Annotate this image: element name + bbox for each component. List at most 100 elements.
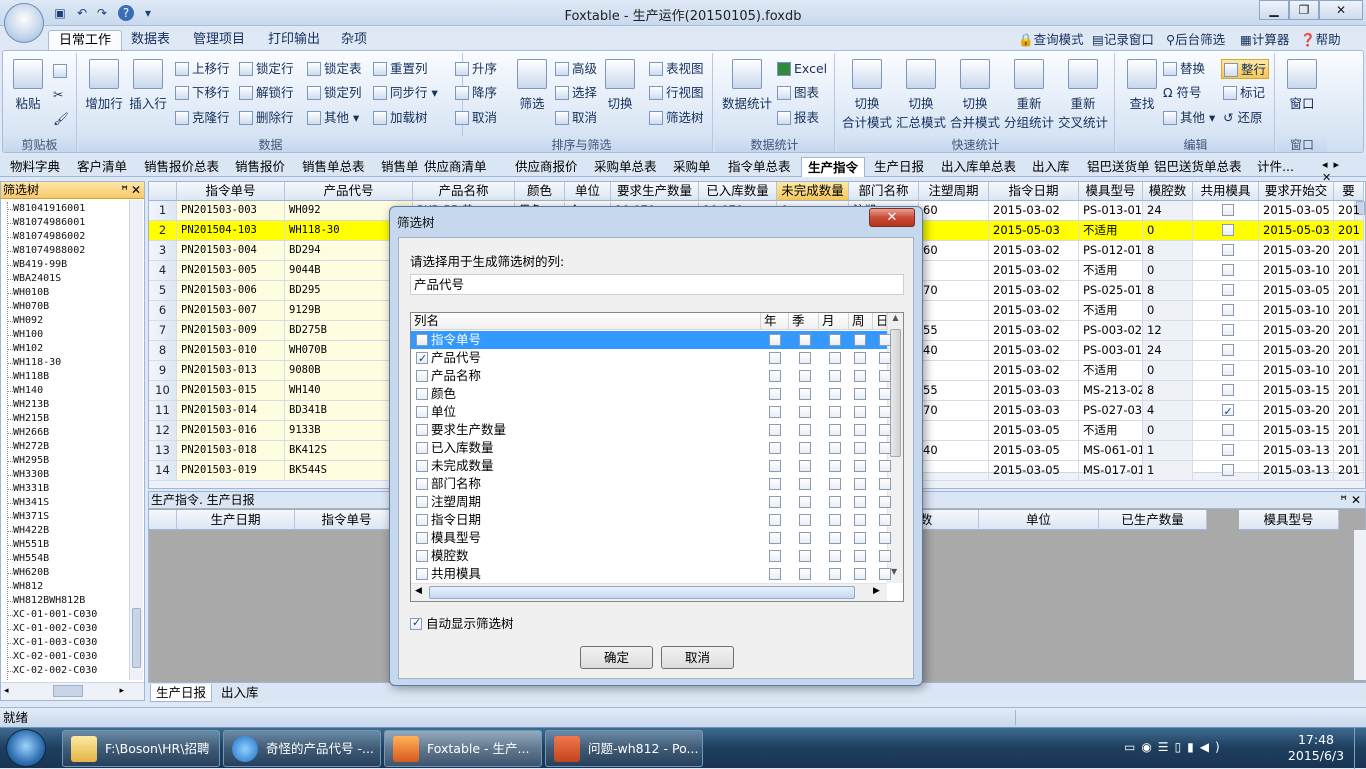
day-header[interactable]: 日 bbox=[873, 313, 887, 330]
find-button[interactable]: 查找 bbox=[1119, 59, 1165, 112]
year-checkbox[interactable] bbox=[769, 460, 781, 472]
column-checkbox[interactable] bbox=[416, 424, 428, 436]
doc-tab[interactable]: 铝巴送货单总表 bbox=[1148, 157, 1248, 177]
reset-col-button[interactable]: 重置列 bbox=[373, 59, 428, 79]
column-list-row[interactable]: 颜色 bbox=[411, 385, 891, 403]
shared-mold-cell[interactable] bbox=[1193, 421, 1259, 441]
tree-item[interactable]: WH102 bbox=[6, 342, 43, 356]
grid-cell[interactable]: PS-025-01 bbox=[1079, 281, 1143, 301]
grid-cell[interactable]: 201 bbox=[1334, 281, 1364, 301]
column-header[interactable]: 已入库数量 bbox=[699, 182, 777, 201]
grid-cell[interactable]: 1 bbox=[1143, 441, 1193, 461]
shared-mold-cell[interactable] bbox=[1193, 281, 1259, 301]
doc-tab[interactable]: 销售报价 bbox=[229, 157, 291, 177]
grid-cell[interactable]: 201 bbox=[1334, 241, 1364, 261]
tree-item[interactable]: WH266B bbox=[6, 426, 49, 440]
grid-cell[interactable]: PN201503-015 bbox=[177, 381, 285, 401]
auto-show-checkbox[interactable] bbox=[410, 616, 422, 630]
day-checkbox[interactable] bbox=[879, 514, 891, 526]
column-list-row[interactable]: 共用模具 bbox=[411, 565, 891, 583]
shared-mold-checkbox[interactable] bbox=[1221, 264, 1234, 276]
row-number[interactable]: 1 bbox=[149, 201, 177, 221]
column-list-row[interactable]: 注塑周期 bbox=[411, 493, 891, 511]
month-checkbox[interactable] bbox=[829, 370, 841, 382]
tree-item[interactable]: WH140 bbox=[6, 384, 43, 398]
copy-icon[interactable] bbox=[53, 61, 70, 81]
minimize-button[interactable]: ▁ bbox=[1259, 0, 1289, 20]
grid-cell[interactable]: 2015-03-02 bbox=[989, 321, 1079, 341]
row-number[interactable]: 13 bbox=[149, 441, 177, 461]
year-checkbox[interactable] bbox=[769, 478, 781, 490]
week-checkbox[interactable] bbox=[854, 370, 866, 382]
tab-data-table[interactable]: 数据表 bbox=[121, 30, 180, 51]
column-checkbox[interactable] bbox=[416, 478, 428, 490]
taskbar-ie[interactable]: 奇怪的产品代号 -... bbox=[223, 730, 381, 767]
doc-tab[interactable]: 采购单 bbox=[667, 157, 717, 177]
grid-cell[interactable]: 2015-03-13 bbox=[1259, 441, 1334, 461]
column-list-row[interactable]: 单位 bbox=[411, 403, 891, 421]
month-checkbox[interactable] bbox=[829, 406, 841, 418]
shared-mold-cell[interactable] bbox=[1193, 321, 1259, 341]
column-checkbox[interactable] bbox=[416, 496, 428, 508]
tab-print-output[interactable]: 打印输出 bbox=[258, 30, 330, 51]
grid-cell[interactable]: 2015-03-02 bbox=[989, 261, 1079, 281]
column-checkbox[interactable] bbox=[416, 514, 428, 526]
grid-cell[interactable]: 2015-03-10 bbox=[1259, 361, 1334, 381]
column-list-row[interactable]: 已入库数量 bbox=[411, 439, 891, 457]
grid-cell[interactable] bbox=[919, 261, 989, 281]
doc-tab[interactable]: 物料字典 bbox=[4, 157, 66, 177]
excel-button[interactable]: Excel bbox=[777, 59, 827, 79]
month-checkbox[interactable] bbox=[829, 388, 841, 400]
grid-cell[interactable]: PN201503-006 bbox=[177, 281, 285, 301]
close-button[interactable]: ✕ bbox=[1319, 0, 1363, 20]
grid-cell[interactable]: MS-061-01 bbox=[1079, 441, 1143, 461]
grid-cell[interactable]: 55 bbox=[919, 321, 989, 341]
column-header[interactable]: 注塑周期 bbox=[919, 182, 989, 201]
grid-cell[interactable]: 0 bbox=[1143, 361, 1193, 381]
week-checkbox[interactable] bbox=[854, 406, 866, 418]
cut-icon[interactable]: ✂ bbox=[53, 85, 63, 105]
show-desktop-button[interactable] bbox=[1354, 728, 1366, 769]
sync-row-button[interactable]: 同步行 ▾ bbox=[373, 83, 438, 103]
help-link[interactable]: ❓帮助 bbox=[1300, 31, 1341, 49]
week-checkbox[interactable] bbox=[854, 532, 866, 544]
day-checkbox[interactable] bbox=[879, 568, 891, 580]
tree-item[interactable]: W81074986001 bbox=[6, 216, 85, 230]
column-list-row[interactable]: 模腔数 bbox=[411, 547, 891, 565]
week-checkbox[interactable] bbox=[854, 442, 866, 454]
grid-cell[interactable]: 2015-03-20 bbox=[1259, 241, 1334, 261]
scroll-down-arrow[interactable]: ▼ bbox=[891, 567, 897, 576]
grid-cell[interactable]: 40 bbox=[919, 341, 989, 361]
grid-cell[interactable]: 1 bbox=[1143, 461, 1193, 481]
list-hscrollbar[interactable]: ◀ ▶ bbox=[411, 583, 887, 601]
grid-cell[interactable]: MS-017-01 bbox=[1079, 461, 1143, 481]
sub-column-header[interactable]: 指令单号 bbox=[295, 510, 399, 530]
day-checkbox[interactable] bbox=[879, 550, 891, 562]
switch-total-button[interactable]: 切换 合计模式 bbox=[841, 59, 893, 131]
grid-cell[interactable]: 0 bbox=[1143, 221, 1193, 241]
column-checkbox[interactable] bbox=[416, 460, 428, 472]
column-header[interactable]: 单位 bbox=[565, 182, 611, 201]
insert-row-button[interactable]: 插入行 bbox=[125, 59, 171, 112]
shared-mold-checkbox[interactable] bbox=[1221, 384, 1234, 396]
grid-cell[interactable]: PN201503-014 bbox=[177, 401, 285, 421]
day-checkbox[interactable] bbox=[879, 442, 891, 454]
shared-mold-checkbox[interactable] bbox=[1221, 444, 1234, 456]
quarter-checkbox[interactable] bbox=[799, 568, 811, 580]
cross-stats-button[interactable]: 重新 交叉统计 bbox=[1057, 59, 1109, 131]
select-filter-button[interactable]: 选择 bbox=[555, 83, 597, 103]
row-number[interactable]: 6 bbox=[149, 301, 177, 321]
switch-filter-button[interactable]: 切换 bbox=[597, 59, 643, 112]
background-filter-link[interactable]: ⚲后台筛选 bbox=[1166, 31, 1225, 49]
tree-item[interactable]: WH118-30 bbox=[6, 356, 61, 370]
query-mode-link[interactable]: 🔒查询模式 bbox=[1018, 31, 1084, 49]
grid-cell[interactable]: 不适用 bbox=[1079, 261, 1143, 281]
doc-tab[interactable]: 供应商报价 bbox=[509, 157, 584, 177]
unlock-row-button[interactable]: 解锁行 bbox=[239, 83, 294, 103]
column-list-row[interactable]: 要求生产数量 bbox=[411, 421, 891, 439]
doc-tab[interactable]: 生产日报 bbox=[868, 157, 930, 177]
month-checkbox[interactable] bbox=[829, 568, 841, 580]
grid-cell[interactable]: 201 bbox=[1334, 261, 1364, 281]
day-checkbox[interactable] bbox=[879, 532, 891, 544]
row-number[interactable]: 12 bbox=[149, 421, 177, 441]
